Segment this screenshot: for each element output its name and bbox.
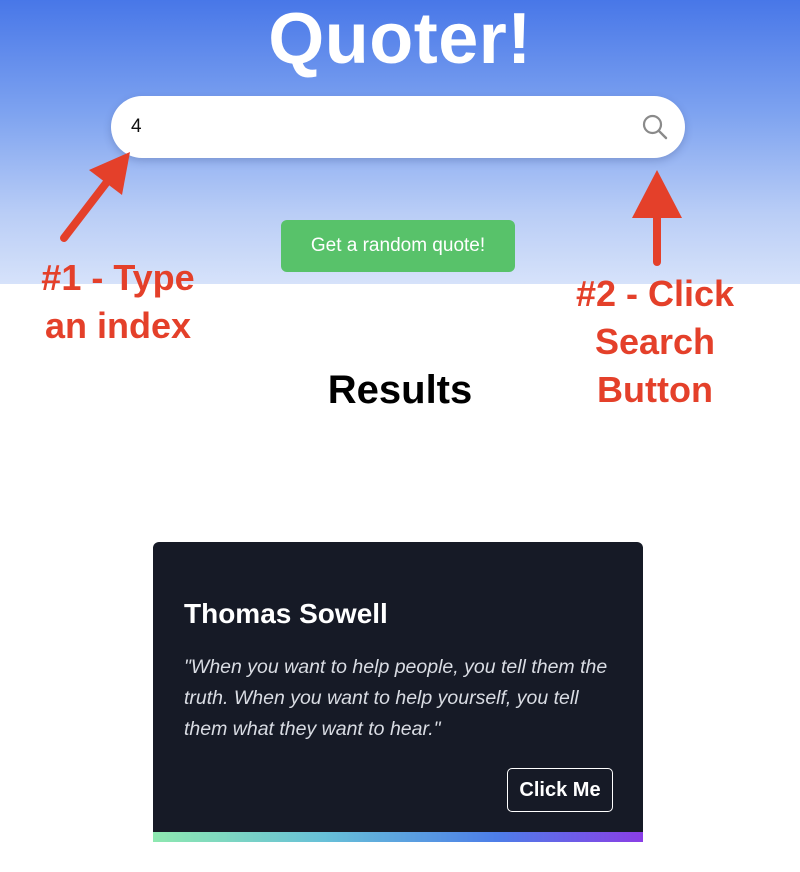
search-bar — [111, 96, 685, 158]
annotation-step-1-line-1: #1 - Type — [41, 257, 195, 298]
annotation-step-2-line-2: Search — [594, 321, 716, 362]
annotation-step-2-line-1: #2 - Click — [575, 273, 735, 314]
search-icon — [642, 114, 668, 140]
annotation-step-2: #2 - Click Search Button — [545, 270, 765, 414]
search-button[interactable] — [635, 107, 675, 147]
annotation-step-1: #1 - Type an index — [18, 254, 218, 350]
quote-card: Thomas Sowell "When you want to help peo… — [153, 542, 643, 842]
annotation-step-1-line-2: an index — [44, 305, 192, 346]
arrow-to-search-input-icon — [60, 152, 130, 242]
random-quote-button[interactable]: Get a random quote! — [281, 220, 515, 272]
quote-text: "When you want to help people, you tell … — [184, 656, 608, 740]
arrow-to-search-button-icon — [632, 170, 682, 266]
card-gradient-bar — [153, 832, 643, 842]
annotation-step-2-line-3: Button — [597, 369, 713, 410]
search-input[interactable] — [131, 107, 621, 147]
click-me-button[interactable]: Click Me — [507, 768, 613, 812]
quoter-page: Quoter! Get a random quote! Results Thom… — [0, 0, 800, 872]
app-title: Quoter! — [268, 0, 532, 79]
quote-author: Thomas Sowell — [184, 598, 388, 629]
